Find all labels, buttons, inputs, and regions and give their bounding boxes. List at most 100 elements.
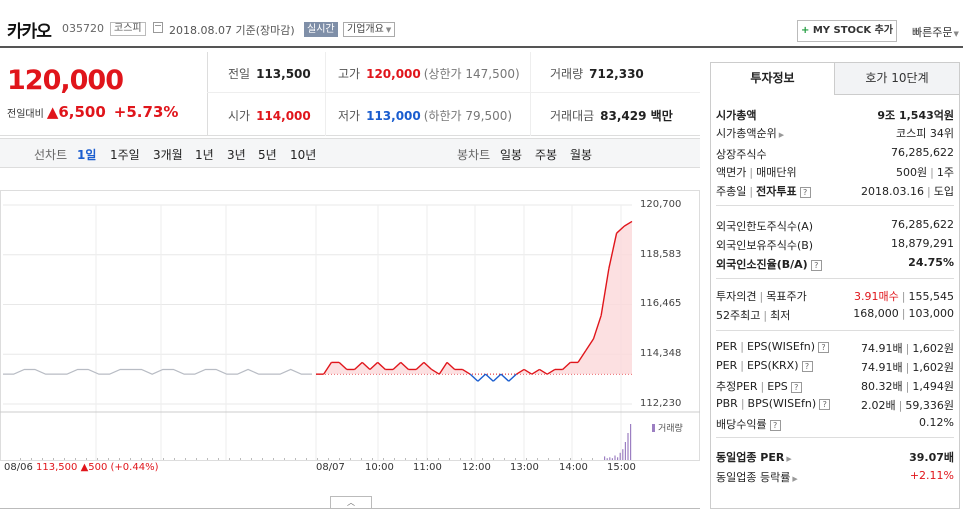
stock-header: 카카오 035720 코스피 2018.08.07 기준(장마감) 실시간 기업… [0,0,963,48]
volume-bar [31,458,32,460]
volume-bar [42,458,43,460]
volume-bar [427,458,428,460]
corp-overview-dropdown[interactable]: 기업개요 ▼ [343,22,396,37]
volume-bar [609,457,611,460]
prev-day-info: 08/06 113,500 ▲500 (+0.44%) [4,462,158,473]
period-1w[interactable]: 1주일 [110,146,140,163]
volume-bar [537,458,538,460]
plus-icon: + [800,25,810,36]
volume-bar [617,457,619,460]
period-5y[interactable]: 5년 [258,146,277,163]
volume-bar [624,442,626,460]
period-10y[interactable]: 10년 [290,146,316,163]
volume-bar [361,458,362,460]
chevron-down-icon: ▼ [953,30,959,38]
info-row[interactable]: 동일업종 등락률 ▶ +2.11% [716,467,954,485]
realtime-button[interactable]: 실시간 [304,22,338,37]
info-row[interactable]: 시가총액순위 ▶ 코스피 34위 [716,123,954,141]
help-icon[interactable]: ? [818,342,829,353]
volume-bar [339,458,340,460]
line-chart-label: 선차트 [34,148,68,162]
volume-bar [627,433,629,460]
mystock-add-button[interactable]: + MY STOCK 추가 [797,20,897,42]
period-3m[interactable]: 3개월 [153,146,183,163]
tab-invest-info[interactable]: 투자정보 [711,63,835,95]
info-row: PER | EPS(KRX)? 74.91배 | 1,602원 [716,359,954,374]
stock-name: 카카오 [7,22,52,42]
volume-bar [493,458,494,460]
volume-bar [75,458,76,460]
candle-monthly[interactable]: 월봉 [570,146,592,163]
chart-frame [0,190,700,461]
stat-open: 시가 114,000 [228,109,311,123]
help-icon[interactable]: ? [799,187,811,198]
chart-period-bar: 선차트 1일 1주일 3개월 1년 3년 5년 10년 봉차트 일봉 주봉 월봉 [0,138,700,168]
volume-bar [295,458,296,460]
volume-bar [619,452,621,460]
chevron-right-icon: ▶ [792,475,798,483]
change-label: 전일대비 [7,109,44,120]
period-1d[interactable]: 1일 [77,146,96,163]
x-tick-label: 12:00 [462,462,491,473]
market-badge: 코스피 [110,22,146,36]
volume-legend: 거래량 [652,421,683,434]
volume-bar [20,458,21,460]
help-icon[interactable]: ? [801,361,813,372]
volume-bar [185,458,186,460]
price-segment [485,373,494,382]
volume-bar [394,458,395,460]
current-price: 120,000 [7,65,124,96]
help-icon[interactable]: ? [769,420,781,431]
price-change: 전일대비 ▲6,500 +5.73% [7,103,178,121]
divider [716,437,954,438]
change-value: ▲6,500 [46,103,106,121]
x-tick-label: 14:00 [559,462,588,473]
info-row: 액면가 | 매매단위 500원 | 1주 [716,166,954,179]
candle-weekly[interactable]: 주봉 [535,146,557,163]
help-icon[interactable]: ? [790,382,802,393]
volume-bar [207,458,208,460]
price-segment [508,373,517,382]
help-icon[interactable]: ? [819,399,831,410]
stat-low: 저가 113,000 (하한가 79,500) [338,109,513,123]
info-row: 배당수익률? 0.12% [716,416,954,431]
info-row: 외국인한도주식수(A) 76,285,622 [716,218,954,233]
volume-bar [630,424,632,460]
period-3y[interactable]: 3년 [227,146,246,163]
price-summary: 120,000 전일대비 ▲6,500 +5.73% 전일 113,500 고가 120… [0,52,700,136]
period-1y[interactable]: 1년 [195,146,214,163]
chevron-right-icon: ▶ [786,455,792,463]
volume-bar [317,458,318,460]
volume-bar [482,458,483,460]
volume-bar [611,458,613,460]
divider [325,52,326,136]
price-segment [500,373,510,382]
volume-bar [372,458,373,460]
info-row: 외국인보유주식수(B) 18,879,291 [716,237,954,252]
price-segment [477,373,487,382]
y-tick-label: 116,465 [640,298,682,309]
volume-bar [604,456,606,460]
price-segment [492,373,502,382]
chevron-down-icon: ▼ [385,26,392,34]
volume-bar [119,458,120,460]
stat-amount: 거래대금 83,429 백만 [550,109,673,123]
help-icon[interactable]: ? [810,260,822,271]
volume-bar [416,458,417,460]
volume-bar [174,458,175,460]
x-tick-label: 11:00 [413,462,442,473]
y-tick-label: 114,348 [640,348,682,359]
change-pct: +5.73% [113,103,179,121]
volume-bar [306,458,307,460]
divider [716,278,954,279]
candle-daily[interactable]: 일봉 [500,146,522,163]
prev-day-change: ▲500 (+0.44%) [80,462,159,473]
info-row: 외국인소진율(B/A)? 24.75% [716,256,954,271]
stat-volume: 거래량 712,330 [550,67,644,81]
quick-order-dropdown[interactable]: 빠른주문▼ [912,24,959,40]
divider [530,52,531,136]
info-row[interactable]: 동일업종 PER ▶ 39.07배 [716,447,954,465]
divider [716,330,954,331]
tab-hoga-10[interactable]: 호가 10단계 [835,63,959,94]
volume-bar [130,458,131,460]
